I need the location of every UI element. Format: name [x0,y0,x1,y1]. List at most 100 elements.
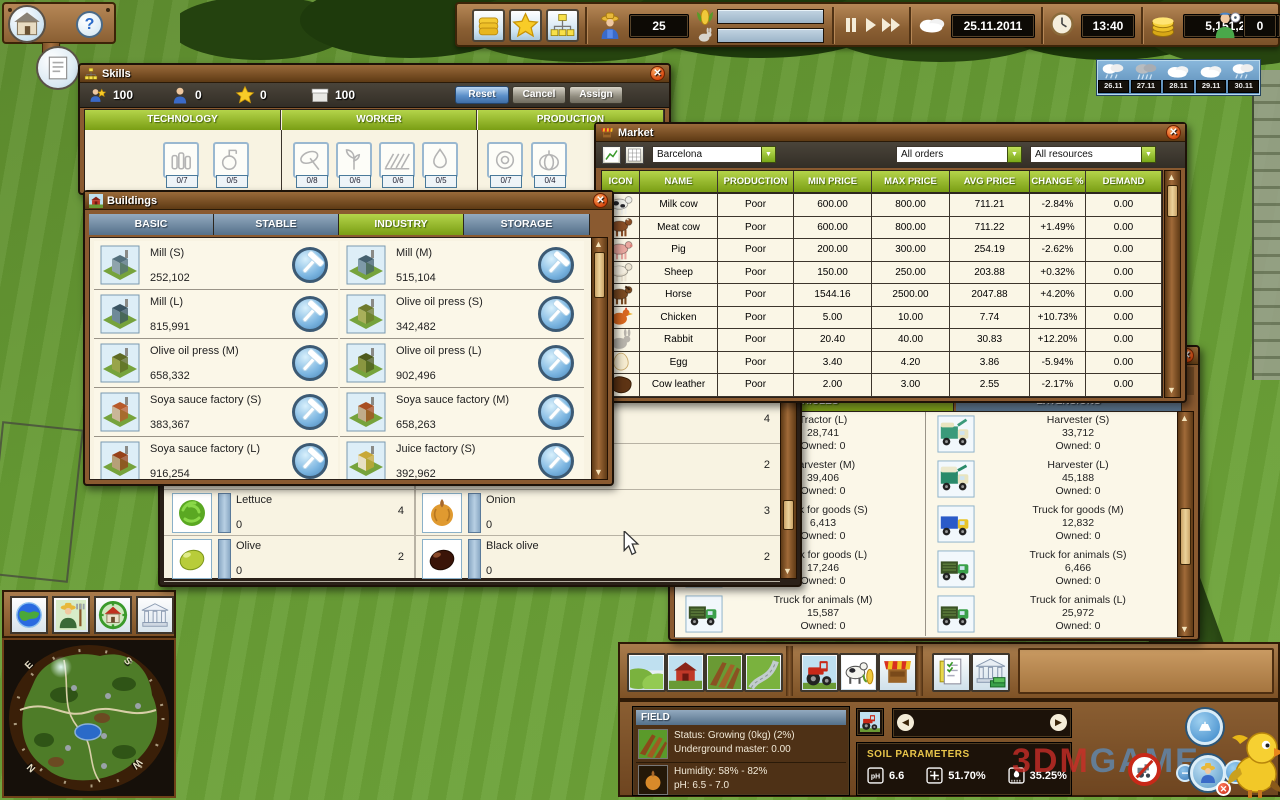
market-row[interactable]: Meat cowPoor600.00800.00711.22+1.49%0.00 [602,217,1162,240]
prev-field-button[interactable]: ◀ [897,714,914,731]
product-cell[interactable]: Onion 0 3 [418,490,778,535]
market-row[interactable]: Milk cowPoor600.00800.00711.21-2.84%0.00 [602,194,1162,217]
close-icon[interactable]: ✕ [650,66,665,81]
close-icon[interactable]: ✕ [1166,125,1181,140]
skill-slot[interactable]: 0/7 [163,142,199,178]
building-item[interactable]: Olive oil press (L) 902,496 [340,339,584,388]
build-hammer-button[interactable] [292,345,328,381]
vehicles-button[interactable] [800,653,839,692]
build-hammer-button[interactable] [538,296,574,332]
build-hammer-button[interactable] [292,296,328,332]
market-row[interactable]: EggPoor3.404.203.86-5.94%0.00 [602,352,1162,375]
world-button[interactable] [10,596,48,634]
skill-slot[interactable]: 0/5 [213,142,249,178]
cancel-button[interactable]: Cancel [512,86,566,104]
market-titlebar[interactable]: Market ✕ [596,124,1185,142]
market-row[interactable]: RabbitPoor20.4040.0030.83+12.20%0.00 [602,329,1162,352]
field-overview-button[interactable] [1187,709,1223,745]
chevron-down-icon[interactable]: ▼ [1007,146,1022,163]
build-hammer-button[interactable] [538,345,574,381]
pause-button[interactable] [845,17,857,33]
build-hammer-button[interactable] [538,443,574,479]
resources-button[interactable] [472,9,505,42]
building-item[interactable]: Soya sauce factory (S) 383,367 [94,388,338,437]
news-button[interactable] [36,46,80,90]
tab-industry[interactable]: INDUSTRY [339,214,464,235]
build-hammer-button[interactable] [538,394,574,430]
skill-slot[interactable]: 0/7 [487,142,523,178]
products-scrollbar[interactable]: ▼ [780,395,797,579]
skill-slot[interactable]: 0/4 [531,142,567,178]
building-item[interactable]: Olive oil press (M) 658,332 [94,339,338,388]
landscape-button[interactable] [627,653,666,692]
building-item[interactable]: Soya sauce factory (L) 916,254 [94,437,338,480]
fast-forward-button[interactable] [881,17,901,33]
building-item[interactable]: Soya sauce factory (M) 658,263 [340,388,584,437]
play-button[interactable] [865,17,877,33]
building-item[interactable]: Mill (L) 815,991 [94,290,338,339]
skill-slot[interactable]: 0/8 [293,142,329,178]
product-cell[interactable]: Black olive 0 2 [418,536,778,581]
market-row[interactable]: ChickenPoor5.0010.007.74+10.73%0.00 [602,307,1162,330]
chart-view-button[interactable] [602,146,621,164]
vehicles-scrollbar[interactable]: ▲ ▼ [1177,411,1194,637]
market-column-header[interactable]: NAME [640,171,718,194]
vehicle-cell[interactable]: Truck for animals (M)15,587Owned: 0 [677,594,921,635]
market-row[interactable]: SheepPoor150.00250.00203.88+0.32%0.00 [602,262,1162,285]
region-select[interactable]: Barcelona [652,146,762,163]
building-item[interactable]: Olive oil press (S) 342,482 [340,290,584,339]
skill-slot[interactable]: 0/5 [422,142,458,178]
bank-map-button[interactable] [136,596,174,634]
help-button[interactable]: ? [76,11,103,38]
skill-slot[interactable]: 0/6 [379,142,415,178]
market-column-header[interactable]: MAX PRICE [872,171,950,194]
livestock-button[interactable] [839,653,878,692]
product-cell[interactable]: Olive 0 2 [168,536,412,581]
close-icon[interactable]: ✕ [593,193,608,208]
market-column-header[interactable]: PRODUCTION [718,171,794,194]
chevron-down-icon[interactable]: ▼ [1141,146,1156,163]
farmer-button[interactable] [52,596,90,634]
bank-button[interactable] [971,653,1010,692]
building-item[interactable]: Mill (S) 252,102 [94,241,338,290]
chevron-down-icon[interactable]: ▼ [761,146,776,163]
minimap[interactable]: E S N W [2,638,176,798]
vehicle-cell[interactable]: Truck for animals (S)6,466Owned: 0 [929,549,1179,590]
market-scrollbar[interactable]: ▲ ▼ [1164,170,1181,398]
build-hammer-button[interactable] [292,247,328,283]
building-item[interactable]: Mill (M) 515,104 [340,241,584,290]
next-field-button[interactable]: ▶ [1050,714,1067,731]
tab-stable[interactable]: STABLE [214,214,339,235]
vehicle-cell[interactable]: Harvester (L)45,188Owned: 0 [929,459,1179,500]
skill-slot[interactable]: 0/6 [336,142,372,178]
home-zoom-button[interactable] [8,5,46,43]
product-cell[interactable]: Lettuce 0 4 [168,490,412,535]
tab-basic[interactable]: BASIC [89,214,214,235]
tractor-nav-button[interactable] [856,708,884,736]
farm-button[interactable] [666,653,705,692]
orders-filter-select[interactable]: All orders [896,146,1008,163]
market-column-header[interactable]: AVG PRICE [950,171,1030,194]
market-row[interactable]: PigPoor200.00300.00254.19-2.62%0.00 [602,239,1162,262]
build-hammer-button[interactable] [292,394,328,430]
vehicle-cell[interactable]: Harvester (S)33,712Owned: 0 [929,414,1179,455]
market-row[interactable]: HorsePoor1544.162500.002047.88+4.20%0.00 [602,284,1162,307]
reset-button[interactable]: Reset [455,86,509,104]
contracts-button[interactable] [932,653,971,692]
buildings-scrollbar[interactable]: ▲ ▼ [591,237,608,480]
market-column-header[interactable]: CHANGE % [1030,171,1086,194]
skills-button[interactable] [509,9,542,42]
table-view-button[interactable] [625,146,644,164]
roads-button[interactable] [744,653,783,692]
build-hammer-button[interactable] [538,247,574,283]
vehicle-cell[interactable]: Truck for goods (M)12,832Owned: 0 [929,504,1179,545]
buildings-titlebar[interactable]: Buildings ✕ [85,192,612,210]
market-button[interactable] [878,653,917,692]
market-row[interactable]: Cow leatherPoor2.003.002.55-2.17%0.00 [602,374,1162,397]
build-hammer-button[interactable] [292,443,328,479]
fields-button[interactable] [705,653,744,692]
tab-storage[interactable]: STORAGE [464,214,590,235]
organization-button[interactable] [546,9,579,42]
market-column-header[interactable]: DEMAND [1086,171,1162,194]
building-item[interactable]: Juice factory (S) 392,962 [340,437,584,480]
